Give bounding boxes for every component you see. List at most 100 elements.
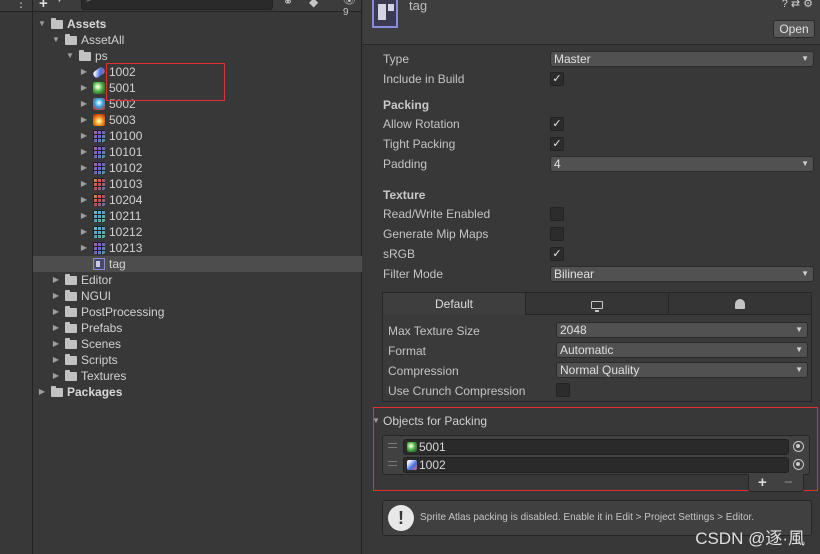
folder-icon <box>51 386 63 397</box>
tree-row-label: 10213 <box>109 241 143 255</box>
expand-arrow-right-icon[interactable]: ▶ <box>79 96 89 112</box>
tree-row[interactable]: ▶ NGUI <box>33 288 362 304</box>
read-write-checkbox[interactable] <box>550 207 564 221</box>
expand-arrow-right-icon[interactable]: ▶ <box>51 336 61 352</box>
crunch-compression-checkbox[interactable] <box>556 383 570 397</box>
format-dropdown[interactable]: Automatic ▼ <box>556 342 808 358</box>
tree-row[interactable]: ▶ Textures <box>33 368 362 384</box>
expand-arrow-right-icon[interactable]: ▶ <box>79 64 89 80</box>
expand-arrow-right-icon[interactable]: ▶ <box>79 176 89 192</box>
expand-arrow-down-icon[interactable]: ▼ <box>65 48 75 64</box>
tree-row-label: 10204 <box>109 193 143 207</box>
expand-arrow-right-icon[interactable]: ▶ <box>79 128 89 144</box>
kebab-menu-icon[interactable]: ⋮ <box>15 0 27 10</box>
tree-row[interactable]: ▶ 10103 <box>33 176 362 192</box>
srgb-checkbox[interactable]: ✓ <box>550 247 564 261</box>
expand-arrow-right-icon[interactable]: ▶ <box>79 192 89 208</box>
expand-arrow-down-icon[interactable]: ▼ <box>51 32 61 48</box>
type-dropdown[interactable]: Master ▼ <box>550 51 814 67</box>
tree-row[interactable]: ▶ 10204 <box>33 192 362 208</box>
tree-row-label: AssetAll <box>81 33 125 47</box>
compression-label: Compression <box>388 364 459 378</box>
tree-row[interactable]: ▶ Packages <box>33 384 362 400</box>
tree-row[interactable]: ▼ ps <box>33 48 362 64</box>
tree-row[interactable]: tag <box>33 256 362 272</box>
list-item[interactable]: 5001 <box>383 438 809 456</box>
presets-icon[interactable]: ⇄ <box>791 0 803 10</box>
padding-dropdown[interactable]: 4 ▼ <box>550 156 814 172</box>
sprite-atlas-icon <box>93 258 105 270</box>
tight-packing-label: Tight Packing <box>383 137 456 151</box>
search-icon: ⌕ <box>86 0 92 5</box>
tab-android[interactable] <box>669 293 811 315</box>
add-item-button[interactable]: + <box>758 474 767 492</box>
tree-row[interactable]: ▶ Scripts <box>33 352 362 368</box>
objects-for-packing-title[interactable]: Objects for Packing <box>383 414 487 428</box>
generate-mipmaps-checkbox[interactable] <box>550 227 564 241</box>
filter-mode-label: Filter Mode <box>383 267 444 281</box>
expand-arrow-right-icon[interactable]: ▶ <box>79 112 89 128</box>
filter-by-type-icon[interactable]: ⚭ <box>283 0 293 9</box>
expand-arrow-right-icon[interactable]: ▶ <box>37 384 47 400</box>
expand-arrow-down-icon[interactable]: ▼ <box>37 16 47 32</box>
tree-row[interactable]: ▶ PostProcessing <box>33 304 362 320</box>
drag-handle-icon[interactable] <box>388 461 397 466</box>
watermark: CSDN @逐·風 <box>695 529 805 548</box>
folder-open-icon <box>65 34 77 45</box>
expand-arrow-right-icon[interactable]: ▶ <box>51 288 61 304</box>
compression-dropdown[interactable]: Normal Quality ▼ <box>556 362 808 378</box>
object-picker-icon[interactable] <box>793 459 804 470</box>
expand-arrow-right-icon[interactable]: ▶ <box>79 240 89 256</box>
generate-mipmaps-label: Generate Mip Maps <box>383 227 489 241</box>
expand-arrow-right-icon[interactable]: ▶ <box>79 224 89 240</box>
filter-mode-dropdown[interactable]: Bilinear ▼ <box>550 266 814 282</box>
remove-item-button[interactable]: − <box>784 474 793 492</box>
object-field[interactable]: 5001 <box>403 439 789 455</box>
sprite-icon <box>93 242 105 254</box>
tree-row[interactable]: ▶ 5003 <box>33 112 362 128</box>
expand-arrow-right-icon[interactable]: ▶ <box>51 304 61 320</box>
tree-row[interactable]: ▶ 10213 <box>33 240 362 256</box>
tree-row[interactable]: ▶ 10212 <box>33 224 362 240</box>
max-texture-size-dropdown[interactable]: 2048 ▼ <box>556 322 808 338</box>
tree-row[interactable]: ▼ AssetAll <box>33 32 362 48</box>
expand-arrow-right-icon[interactable]: ▶ <box>79 160 89 176</box>
allow-rotation-checkbox[interactable]: ✓ <box>550 117 564 131</box>
filter-by-label-icon[interactable]: ◆ <box>309 0 318 9</box>
object-name: 5001 <box>419 440 446 454</box>
expand-arrow-right-icon[interactable]: ▶ <box>51 368 61 384</box>
object-picker-icon[interactable] <box>793 441 804 452</box>
tab-standalone[interactable] <box>526 293 669 315</box>
expand-arrow-right-icon[interactable]: ▶ <box>79 144 89 160</box>
expand-arrow-right-icon[interactable]: ▶ <box>51 352 61 368</box>
help-icon[interactable]: ? <box>782 0 791 10</box>
format-label: Format <box>388 344 427 358</box>
tree-row[interactable]: ▶ 10211 <box>33 208 362 224</box>
highlight-box-tree <box>106 63 225 101</box>
object-field[interactable]: 1002 <box>403 457 789 473</box>
foldout-arrow-icon[interactable]: ▼ <box>372 416 380 425</box>
tree-row[interactable]: ▶ 10101 <box>33 144 362 160</box>
create-dropdown-icon[interactable]: ▼ <box>55 0 64 4</box>
settings-gear-icon[interactable]: ⚙ <box>803 0 816 10</box>
tree-row[interactable]: ▼ Assets <box>33 16 362 32</box>
list-item[interactable]: 1002 <box>383 456 809 474</box>
create-plus-icon[interactable]: + <box>39 0 48 12</box>
chevron-down-icon: ▼ <box>801 269 809 278</box>
include-in-build-checkbox[interactable]: ✓ <box>550 72 564 86</box>
tree-row[interactable]: ▶ 10100 <box>33 128 362 144</box>
expand-arrow-right-icon[interactable]: ▶ <box>51 272 61 288</box>
drag-handle-icon[interactable] <box>388 443 397 448</box>
tree-row[interactable]: ▶ Editor <box>33 272 362 288</box>
tab-default[interactable]: Default <box>383 293 526 315</box>
tight-packing-checkbox[interactable]: ✓ <box>550 137 564 151</box>
expand-arrow-right-icon[interactable]: ▶ <box>51 320 61 336</box>
expand-arrow-right-icon[interactable]: ▶ <box>79 208 89 224</box>
tree-row[interactable]: ▶ Scenes <box>33 336 362 352</box>
expand-arrow-right-icon[interactable]: ▶ <box>79 80 89 96</box>
left-panel-strip: ⋮ <box>0 0 33 554</box>
tree-row[interactable]: ▶ Prefabs <box>33 320 362 336</box>
open-button[interactable]: Open <box>773 20 815 38</box>
project-search-input[interactable]: ⌕ <box>81 0 273 10</box>
tree-row[interactable]: ▶ 10102 <box>33 160 362 176</box>
